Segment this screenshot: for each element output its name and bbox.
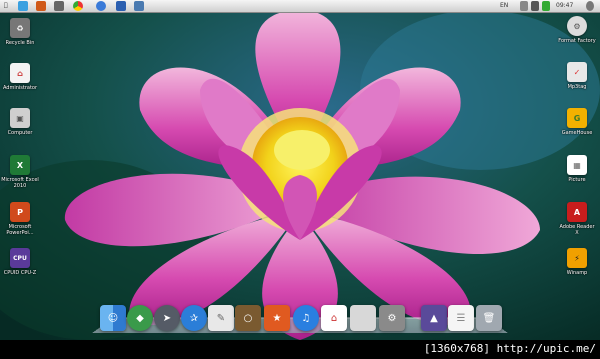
- desktop-icon-recycle-bin[interactable]: ♻ Recycle Bin: [0, 18, 40, 46]
- hammer-icon[interactable]: [36, 1, 46, 11]
- cpu-z-icon: CPU: [10, 248, 30, 268]
- rocket-launcher-icon[interactable]: ➤: [154, 305, 180, 331]
- finder-icon[interactable]: ☺: [100, 305, 126, 331]
- input-language[interactable]: EN: [500, 1, 508, 11]
- picture-folder-icon: ▦: [567, 155, 587, 175]
- powerpoint-icon: P: [10, 202, 30, 222]
- itunes-icon[interactable]: ♫: [293, 305, 319, 331]
- system-preferences-icon[interactable]: ⚙: [379, 305, 405, 331]
- sims-icon[interactable]: ◆: [127, 305, 153, 331]
- desktop-icon-powerpoint[interactable]: P Microsoft PowerPoi...: [0, 202, 40, 236]
- blank-app-icon[interactable]: [350, 305, 376, 331]
- desktop-icon-cpu-z[interactable]: CPU CPUID CPU-Z: [0, 248, 40, 276]
- computer-icon: ▣: [10, 108, 30, 128]
- winamp-icon: ⚡: [567, 248, 587, 268]
- user-icon[interactable]: [134, 1, 144, 11]
- network-icon[interactable]: [96, 1, 106, 11]
- desktop-icon-winamp[interactable]: ⚡ Winamp: [557, 248, 597, 276]
- home-icon[interactable]: ⌂: [321, 305, 347, 331]
- excel-icon: X: [10, 155, 30, 175]
- documents-icon[interactable]: ✎: [208, 305, 234, 331]
- chrome-icon[interactable]: [73, 1, 83, 11]
- safari-icon[interactable]: ✰: [181, 305, 207, 331]
- desktop-icon-picture[interactable]: ▦ Picture: [557, 155, 597, 183]
- color-icon[interactable]: [18, 1, 28, 11]
- shield-icon[interactable]: [54, 1, 64, 11]
- trash-icon[interactable]: 🗑: [476, 305, 502, 331]
- document-icon[interactable]: ☰: [448, 305, 474, 331]
- menu-bar:  EN 09:47: [0, 0, 600, 13]
- apple-icon[interactable]: : [4, 1, 8, 11]
- home-folder-icon: ⌂: [10, 63, 30, 83]
- network-status-icon[interactable]: [520, 1, 528, 11]
- desktop-icon-computer[interactable]: ▣ Computer: [0, 108, 40, 136]
- mp3tag-icon: ✓: [567, 62, 587, 82]
- word-icon[interactable]: [116, 1, 126, 11]
- format-factory-icon: ⚙: [567, 16, 587, 36]
- recycle-bin-icon: ♻: [10, 18, 30, 38]
- desktop-icon-gamehouse[interactable]: G GameHouse: [557, 108, 597, 136]
- gamehouse-icon: G: [567, 108, 587, 128]
- battery-icon[interactable]: [542, 1, 550, 11]
- volume-icon[interactable]: [531, 1, 539, 11]
- desktop-icon-format-factory[interactable]: ⚙ Format Factory: [557, 16, 597, 44]
- settings-icon[interactable]: [586, 1, 594, 11]
- desktop-icon-mp3tag[interactable]: ✓ Mp3tag: [557, 62, 597, 90]
- adobe-reader-icon: A: [567, 202, 587, 222]
- desktop-icon-adobe-reader[interactable]: A Adobe Reader X: [557, 202, 597, 236]
- photos-icon[interactable]: ○: [235, 305, 261, 331]
- desktop-icon-excel[interactable]: X Microsoft Excel 2010: [0, 155, 40, 189]
- watermark-text: [1360x768] http://upic.me/: [423, 342, 596, 355]
- subway-surfers-icon[interactable]: ★: [264, 305, 290, 331]
- clock[interactable]: 09:47: [556, 1, 573, 11]
- desktop-folder-icon[interactable]: ▲: [421, 305, 447, 331]
- desktop-icon-administrator[interactable]: ⌂ Administrator: [0, 63, 40, 91]
